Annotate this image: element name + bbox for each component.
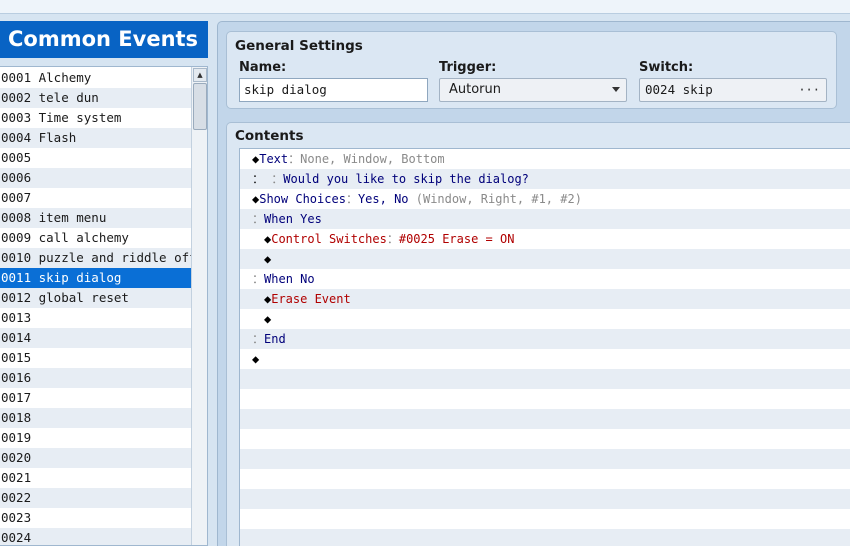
list-scrollbar[interactable]: ▲ <box>191 67 207 545</box>
event-rows: 0001 Alchemy 0002 tele dun 0003 Time syste… <box>0 68 191 545</box>
list-item[interactable]: 0016 <box>0 368 191 388</box>
common-events-title: Common Events <box>0 21 208 58</box>
command-text: #0025 Erase = ON <box>398 232 515 246</box>
general-settings-group: General Settings Name: Trigger: Switch: … <box>226 31 837 109</box>
list-item[interactable]: 0003 Time system <box>0 108 191 128</box>
command-row[interactable]: ：End <box>240 329 850 349</box>
list-item[interactable]: 0009 call alchemy <box>0 228 191 248</box>
command-row[interactable] <box>240 429 850 449</box>
command-text: When No <box>264 272 315 286</box>
list-item[interactable]: 0024 <box>0 528 191 545</box>
command-text: (Window, Right, #1, #2) <box>415 192 582 206</box>
command-text: ： <box>386 232 399 246</box>
switch-browse-button[interactable]: ··· <box>798 79 820 101</box>
scrollbar-thumb[interactable] <box>193 83 207 130</box>
trigger-label: Trigger: <box>439 60 497 75</box>
command-row[interactable] <box>240 529 850 546</box>
command-row[interactable]: ◆Show Choices：Yes, No (Window, Right, #1… <box>240 189 850 209</box>
name-label: Name: <box>239 60 287 75</box>
command-row[interactable]: ◆ <box>240 249 850 269</box>
command-text: End <box>264 332 286 346</box>
command-text: When Yes <box>264 212 322 226</box>
common-events-list[interactable]: 0001 Alchemy 0002 tele dun 0003 Time syste… <box>0 66 208 546</box>
list-item[interactable]: 0005 <box>0 148 191 168</box>
command-row[interactable] <box>240 389 850 409</box>
command-text: ： <box>252 332 265 346</box>
switch-selector[interactable]: 0024 skip ··· <box>639 78 827 102</box>
list-item[interactable]: 0023 <box>0 508 191 528</box>
command-row[interactable] <box>240 409 850 429</box>
dropdown-caret-icon <box>612 87 620 92</box>
command-row[interactable]: ◆ <box>240 309 850 329</box>
command-row[interactable]: ◆Erase Event <box>240 289 850 309</box>
command-row[interactable]: ◆Text：None, Window, Bottom <box>240 149 850 169</box>
list-item-selected[interactable]: 0011 skip dialog <box>0 268 191 288</box>
list-item[interactable]: 0007 <box>0 188 191 208</box>
command-row[interactable]: ：When No <box>240 269 850 289</box>
general-settings-title: General Settings <box>235 38 363 54</box>
list-item[interactable]: 0013 <box>0 308 191 328</box>
command-text: Show Choices <box>259 192 346 206</box>
command-text: ： <box>252 172 265 186</box>
list-item[interactable]: 0020 <box>0 448 191 468</box>
list-item[interactable]: 0015 <box>0 348 191 368</box>
list-item[interactable]: 0001 Alchemy <box>0 68 191 88</box>
trigger-dropdown[interactable]: Autorun <box>439 78 627 102</box>
command-text: ： <box>252 212 265 226</box>
command-row[interactable] <box>240 489 850 509</box>
list-item[interactable]: 0006 <box>0 168 191 188</box>
top-toolbar-strip <box>0 0 850 14</box>
name-input[interactable]: skip dialog <box>239 78 428 102</box>
command-text: Control Switches <box>271 232 387 246</box>
list-item[interactable]: 0008 item menu <box>0 208 191 228</box>
command-text: ：None, Window, Bottom <box>288 152 445 166</box>
command-text: ： <box>252 272 265 286</box>
command-bullet-icon: ◆ <box>252 352 260 366</box>
list-item[interactable]: 0021 <box>0 468 191 488</box>
list-item[interactable]: 0014 <box>0 328 191 348</box>
list-item[interactable]: 0002 tele dun <box>0 88 191 108</box>
command-bullet-icon: ◆ <box>264 312 272 326</box>
command-text: ： <box>264 172 284 186</box>
list-item[interactable]: 0022 <box>0 488 191 508</box>
command-row[interactable]: ： ：Would you like to skip the dialog? <box>240 169 850 189</box>
command-row[interactable] <box>240 509 850 529</box>
command-row[interactable] <box>240 469 850 489</box>
command-row[interactable]: ：When Yes <box>240 209 850 229</box>
command-text: Would you like to skip the dialog? <box>283 172 529 186</box>
command-row[interactable]: ◆ <box>240 349 850 369</box>
list-item[interactable]: 0004 Flash <box>0 128 191 148</box>
switch-label: Switch: <box>639 60 694 75</box>
event-command-list[interactable]: ◆Text：None, Window, Bottom： ：Would you l… <box>239 148 850 546</box>
contents-title: Contents <box>235 128 304 144</box>
list-item[interactable]: 0012 global reset <box>0 288 191 308</box>
list-item[interactable]: 0019 <box>0 428 191 448</box>
switch-value: 0024 skip <box>645 82 713 97</box>
command-row[interactable]: ◆Control Switches：#0025 Erase = ON <box>240 229 850 249</box>
command-text: Text <box>259 152 289 166</box>
list-item[interactable]: 0017 <box>0 388 191 408</box>
scroll-up-arrow-icon[interactable]: ▲ <box>193 68 207 82</box>
list-item[interactable]: 0010 puzzle and riddle off <box>0 248 191 268</box>
command-text: Erase Event <box>271 292 351 306</box>
trigger-value: Autorun <box>449 82 502 97</box>
command-row[interactable] <box>240 449 850 469</box>
command-bullet-icon: ◆ <box>264 252 272 266</box>
command-row[interactable] <box>240 369 850 389</box>
command-text: ： <box>345 192 358 206</box>
command-text: Yes, No <box>357 192 416 206</box>
list-item[interactable]: 0018 <box>0 408 191 428</box>
